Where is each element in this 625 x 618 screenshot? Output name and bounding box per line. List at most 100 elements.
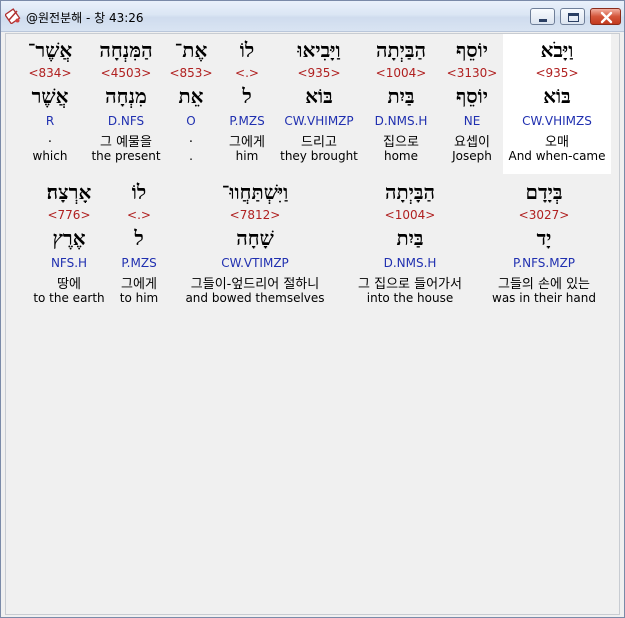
english-gloss: the present bbox=[91, 149, 161, 163]
morphology-code: CW.VHIMZP bbox=[284, 114, 354, 128]
korean-gloss: 그들이-엎드리어 절하니 bbox=[190, 277, 320, 292]
word-cell[interactable]: וַיָּבִיאוּ <935> בּוֹא CW.VHIMZP 드리고 th… bbox=[276, 34, 362, 174]
hebrew-word: וַיִּשְׁתַּחֲווּ־ bbox=[221, 180, 289, 204]
maximize-icon bbox=[568, 13, 579, 22]
word-cell[interactable]: בְּיָדָם <3027> יָד P.NFS.MZP 그들의 손에 있는 … bbox=[484, 176, 604, 316]
strong-number[interactable]: <7812> bbox=[170, 208, 340, 222]
korean-gloss: 요셉이 bbox=[454, 135, 490, 150]
hebrew-lemma: אֶרֶץ bbox=[52, 226, 86, 250]
hebrew-lemma: אֲשֶׁר bbox=[31, 84, 69, 108]
morphology-code: P.NFS.MZP bbox=[512, 256, 576, 270]
hebrew-lemma: יוֹסֵף bbox=[455, 84, 489, 108]
korean-gloss: 땅에 bbox=[57, 277, 81, 292]
korean-gloss: 그에게 bbox=[229, 135, 265, 150]
hebrew-word: הַבָּיְתָה bbox=[384, 180, 436, 204]
morphology-code: O bbox=[186, 114, 196, 128]
english-gloss: and bowed themselves bbox=[185, 291, 325, 305]
english-gloss: they brought bbox=[280, 149, 358, 163]
title-bar[interactable]: @원전분해 - 창 43:26 bbox=[1, 1, 624, 32]
korean-gloss: 드리고 bbox=[301, 135, 337, 150]
hebrew-word: אָרְצָה׃ bbox=[46, 180, 92, 204]
word-cell[interactable]: וַיִּשְׁתַּחֲווּ־ <7812> שָׁחָה CW.VTIMZ… bbox=[170, 176, 340, 316]
hebrew-word: הַבַּיְתָה bbox=[375, 38, 427, 62]
maximize-button[interactable] bbox=[560, 8, 585, 25]
morphology-code: CW.VHIMZS bbox=[522, 114, 592, 128]
hebrew-word: לוֹ bbox=[131, 180, 147, 204]
english-gloss: to the earth bbox=[33, 291, 105, 305]
english-gloss: Joseph bbox=[452, 149, 492, 163]
app-window: @원전분해 - 창 43:26 וַיָּבֹא <935> בּוֹא CW.… bbox=[0, 0, 625, 618]
hebrew-lemma: בַּיִת bbox=[387, 84, 415, 108]
korean-gloss: 그에게 bbox=[121, 277, 157, 292]
strong-number[interactable]: <1004> bbox=[362, 66, 440, 80]
word-cell[interactable]: אֲשֶׁר־ <834> אֲשֶׁר R . which bbox=[20, 34, 80, 174]
korean-gloss: . bbox=[188, 131, 194, 146]
morphology-code: R bbox=[45, 114, 55, 128]
word-cell[interactable]: אֶת־ <853> אֵת O . . bbox=[166, 34, 216, 174]
strong-number[interactable]: <.> bbox=[112, 208, 166, 222]
korean-gloss: 그들의 손에 있는 bbox=[498, 277, 590, 292]
hebrew-lemma: מִנְחָה bbox=[105, 84, 147, 108]
korean-gloss: 오매 bbox=[545, 135, 569, 150]
strong-number[interactable]: <4503> bbox=[86, 66, 166, 80]
strong-number[interactable]: <.> bbox=[220, 66, 274, 80]
hebrew-lemma: בַּיִת bbox=[396, 226, 424, 250]
word-cell[interactable]: אָרְצָה׃ <776> אֶרֶץ NFS.H 땅에 to the ear… bbox=[30, 176, 108, 316]
morphology-code: P.MZS bbox=[229, 114, 265, 128]
morphology-code: NE bbox=[463, 114, 481, 128]
hebrew-lemma: אֵת bbox=[178, 84, 204, 108]
english-gloss: which bbox=[32, 149, 68, 163]
word-cell[interactable]: וַיָּבֹא <935> בּוֹא CW.VHIMZS 오매 And wh… bbox=[503, 34, 611, 174]
hebrew-word: וַיָּבִיאוּ bbox=[297, 38, 341, 62]
word-cell[interactable]: הַמִּנְחָה <4503> מִנְחָה D.NFS 그 예물을 th… bbox=[86, 34, 166, 174]
korean-gloss: 그 예물을 bbox=[100, 135, 152, 150]
hebrew-lemma: בּוֹא bbox=[543, 84, 571, 108]
minimize-icon bbox=[539, 19, 547, 22]
word-cell[interactable]: לוֹ <.> ל P.MZS 그에게 him bbox=[220, 34, 274, 174]
strong-number[interactable]: <776> bbox=[30, 208, 108, 222]
strong-number[interactable]: <3027> bbox=[484, 208, 604, 222]
close-icon bbox=[600, 11, 613, 24]
minimize-button[interactable] bbox=[530, 8, 555, 25]
hebrew-word: וַיָּבֹא bbox=[540, 38, 574, 62]
english-gloss: was in their hand bbox=[492, 291, 596, 305]
morphology-code: CW.VTIMZP bbox=[221, 256, 289, 270]
morphology-code: P.MZS bbox=[121, 256, 157, 270]
strong-number[interactable]: <834> bbox=[20, 66, 80, 80]
english-gloss: to him bbox=[119, 291, 159, 305]
english-gloss: into the house bbox=[366, 291, 454, 305]
word-cell[interactable]: יוֹסֵף <3130> יוֹסֵף NE 요셉이 Joseph bbox=[440, 34, 504, 174]
close-button[interactable] bbox=[590, 8, 621, 25]
hebrew-lemma: יָד bbox=[536, 226, 552, 250]
korean-gloss: 집으로 bbox=[383, 135, 419, 150]
english-gloss: . bbox=[189, 149, 193, 163]
hebrew-word: יוֹסֵף bbox=[455, 38, 489, 62]
morphology-code: D.NMS.H bbox=[374, 114, 428, 128]
hebrew-word: הַמִּנְחָה bbox=[99, 38, 153, 62]
morphology-code: NFS.H bbox=[50, 256, 88, 270]
hebrew-lemma: ל bbox=[242, 84, 252, 108]
word-cell[interactable]: הַבַּיְתָה <1004> בַּיִת D.NMS.H 집으로 hom… bbox=[362, 34, 440, 174]
verse-analysis-panel: וַיָּבֹא <935> בּוֹא CW.VHIMZS 오매 And wh… bbox=[5, 33, 620, 615]
strong-number[interactable]: <853> bbox=[166, 66, 216, 80]
hebrew-word: אֲשֶׁר־ bbox=[27, 38, 73, 62]
strong-number[interactable]: <1004> bbox=[342, 208, 478, 222]
book-pen-icon[interactable] bbox=[4, 8, 21, 25]
hebrew-lemma: שָׁחָה bbox=[236, 226, 274, 250]
korean-gloss: 그 집으로 들어가서 bbox=[358, 277, 462, 292]
hebrew-word: לוֹ bbox=[239, 38, 255, 62]
morphology-code: D.NFS bbox=[107, 114, 145, 128]
hebrew-word: אֶת־ bbox=[174, 38, 208, 62]
hebrew-lemma: בּוֹא bbox=[305, 84, 333, 108]
strong-number[interactable]: <935> bbox=[503, 66, 611, 80]
strong-number[interactable]: <935> bbox=[276, 66, 362, 80]
english-gloss: And when-came bbox=[508, 149, 606, 163]
strong-number[interactable]: <3130> bbox=[440, 66, 504, 80]
hebrew-lemma: ל bbox=[134, 226, 144, 250]
word-cell[interactable]: לוֹ <.> ל P.MZS 그에게 to him bbox=[112, 176, 166, 316]
hebrew-word: בְּיָדָם bbox=[525, 180, 563, 204]
window-title: @원전분해 - 창 43:26 bbox=[26, 11, 144, 25]
morphology-code: D.NMS.H bbox=[383, 256, 437, 270]
word-cell[interactable]: הַבָּיְתָה <1004> בַּיִת D.NMS.H 그 집으로 들… bbox=[342, 176, 478, 316]
korean-gloss: . bbox=[47, 131, 53, 146]
